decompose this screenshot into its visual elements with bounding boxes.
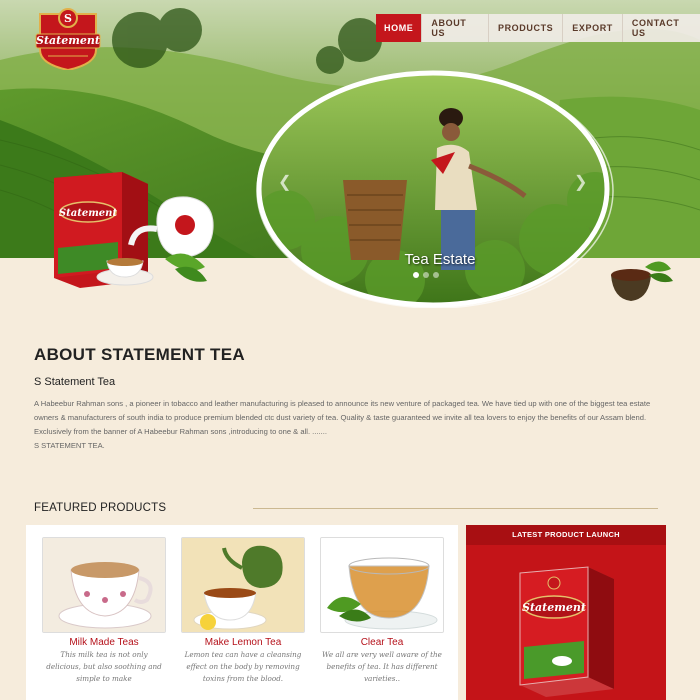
main-nav: HOME ABOUT US PRODUCTS EXPORT CONTACT US — [376, 14, 700, 42]
product-card-clear-tea[interactable]: Clear Tea We all are very well aware of … — [320, 537, 444, 685]
about-body: A Habeebur Rahman sons , a pioneer in to… — [34, 397, 664, 453]
svg-text:Statement: Statement — [522, 601, 586, 614]
svg-text:S: S — [64, 12, 72, 25]
product-image-lemon-tea[interactable] — [181, 537, 305, 633]
product-card-lemon-tea[interactable]: Make Lemon Tea Lemon tea can have a clea… — [181, 537, 305, 685]
product-title[interactable]: Clear Tea — [320, 637, 444, 648]
product-title[interactable]: Milk Made Teas — [42, 637, 166, 648]
product-image-milk-tea[interactable] — [42, 537, 166, 633]
nav-products[interactable]: PRODUCTS — [488, 14, 564, 42]
slide-caption: Tea Estate — [404, 251, 476, 268]
nav-about-us[interactable]: ABOUT US — [422, 14, 489, 42]
latest-launch-pack-image: Statement — [519, 566, 614, 697]
featured-products-title: FEATURED PRODUCTS — [34, 502, 167, 514]
teapot-and-cup-image — [96, 196, 214, 286]
brand-logo[interactable]: S Statement — [34, 6, 102, 72]
about-signature: S STATEMENT TEA. — [34, 441, 105, 450]
about-subtitle: S Statement Tea — [34, 376, 116, 388]
about-title: ABOUT STATEMENT TEA — [34, 345, 245, 364]
product-title[interactable]: Make Lemon Tea — [181, 637, 305, 648]
tea-dust-bowl-image — [611, 261, 673, 301]
featured-divider — [253, 508, 658, 509]
slider-dots — [413, 272, 439, 278]
slider-dot-2[interactable] — [423, 272, 429, 278]
slider-next-arrow[interactable]: ❯ — [574, 172, 587, 192]
hero-banner: ❮ ❯ Tea Estate Statement S Statement HOM… — [0, 0, 700, 320]
about-paragraph: A Habeebur Rahman sons , a pioneer in to… — [34, 399, 651, 436]
slider-prev-arrow[interactable]: ❮ — [278, 172, 291, 192]
milk-tea-cup-image — [43, 538, 165, 632]
product-description: We all are very well aware of the benefi… — [322, 650, 442, 683]
nav-home[interactable]: HOME — [376, 14, 423, 42]
slider-dot-1[interactable] — [413, 272, 419, 278]
product-image-clear-tea[interactable] — [320, 537, 444, 633]
brand-logo-text: Statement — [36, 34, 100, 47]
latest-launch-panel[interactable]: LATEST PRODUCT LAUNCH Statement — [466, 525, 666, 700]
lemon-tea-image — [182, 538, 304, 632]
latest-launch-title: LATEST PRODUCT LAUNCH — [466, 525, 666, 545]
slider-dot-3[interactable] — [433, 272, 439, 278]
product-description: This milk tea is not only delicious, but… — [46, 650, 162, 683]
clear-tea-glass-image — [321, 538, 443, 632]
product-card-milk-tea[interactable]: Milk Made Teas This milk tea is not only… — [42, 537, 166, 685]
nav-export[interactable]: EXPORT — [563, 14, 623, 42]
nav-contact-us[interactable]: CONTACT US — [622, 14, 700, 42]
product-description: Lemon tea can have a cleansing effect on… — [184, 650, 302, 683]
